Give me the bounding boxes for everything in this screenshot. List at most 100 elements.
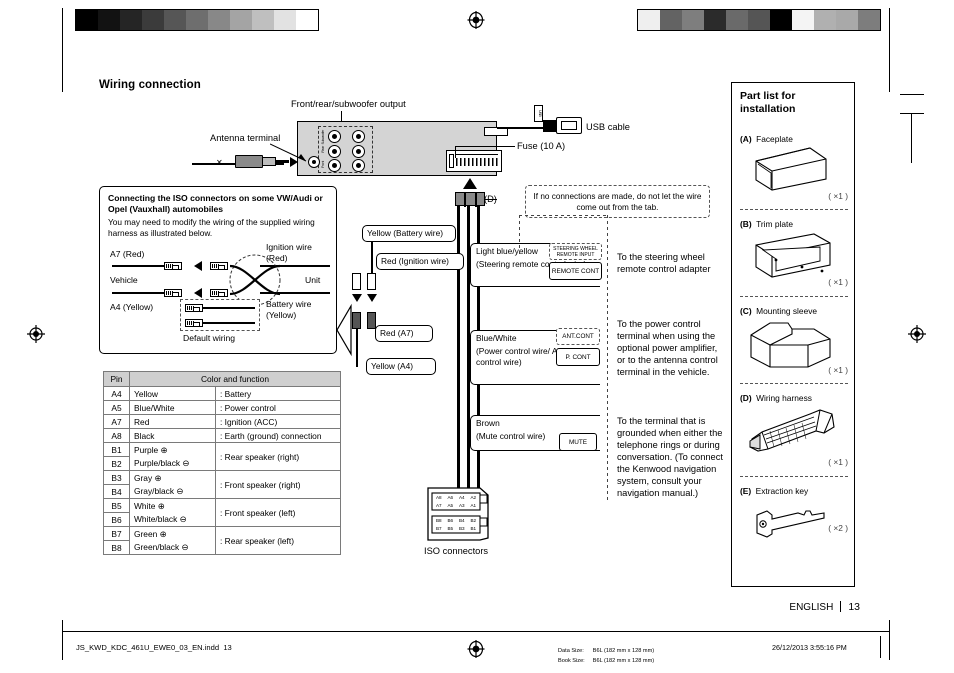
destination-power-control: To the power control terminal when using… xyxy=(617,319,718,377)
label-usb-cable: USB cable xyxy=(586,122,630,132)
iso-note-arrow-icon xyxy=(194,261,202,271)
crop-mark-bottom-left-v xyxy=(62,620,63,660)
part-name: Faceplate xyxy=(756,134,793,144)
part-list-title: Part list for installation xyxy=(740,90,796,115)
part-name: Wiring harness xyxy=(756,393,812,403)
crimp-connector-icon xyxy=(185,319,203,327)
footer-timestamp: 26/12/2013 3:55:16 PM xyxy=(772,643,847,652)
table-header-row: Pin Color and function xyxy=(103,371,341,387)
part-ref: (B) xyxy=(740,219,752,229)
destination-mute: To the terminal that is grounded when ei… xyxy=(617,416,723,498)
label-red-a7: Red (A7) xyxy=(380,328,414,338)
tag-p-cont: P. CONT xyxy=(556,348,600,366)
cell-color: Green/black ⊖ xyxy=(129,540,216,555)
part-list-item-extraction-key: (E) Extraction key xyxy=(740,481,850,499)
dashed-bus-line-branch xyxy=(519,215,520,255)
iso-connector-note-box: Connecting the ISO connectors on some VW… xyxy=(99,186,337,354)
footer-book-size-row: Book Size: B6L (182 mm x 128 mm) xyxy=(558,657,660,665)
usb-logo-icon: USB xyxy=(534,105,543,122)
table-header-pin: Pin xyxy=(103,371,130,387)
cell-pin: B8 xyxy=(103,540,130,555)
grayscale-bar-left xyxy=(75,9,319,31)
cell-function: : Battery xyxy=(215,386,341,401)
grayscale-bar-right xyxy=(637,9,881,31)
harness-wire-left xyxy=(356,329,358,367)
antenna-plug-pin xyxy=(275,160,289,163)
iso-note-label-unit: Unit xyxy=(305,275,321,285)
part-name: Trim plate xyxy=(756,219,794,229)
cell-function: : Ignition (ACC) xyxy=(215,414,341,429)
iso-note-body: You may need to modify the wiring of the… xyxy=(108,217,315,238)
part-art-extraction-key xyxy=(756,510,825,538)
cell-color: Purple ⊕ xyxy=(129,442,216,457)
wiring-harness-connector xyxy=(455,191,485,207)
footer-data-size-row: Data Size: B6L (182 mm x 128 mm) xyxy=(558,647,660,655)
part-list-panel: Part list for installation (A) Faceplate… xyxy=(731,82,855,587)
iso-pin: B1 xyxy=(470,526,477,531)
iso-pin: A5 xyxy=(447,503,454,508)
harness-plug-icon xyxy=(352,273,361,290)
registration-target-left-icon xyxy=(27,325,45,343)
crimp-connector-icon xyxy=(210,262,228,270)
label-harness-ref: (D) xyxy=(484,194,497,204)
cell-color: Red xyxy=(129,414,216,429)
iso-pin: A4 xyxy=(458,495,465,500)
cell-function: : Front speaker (left) xyxy=(215,498,341,527)
cell-color: Green ⊕ xyxy=(129,526,216,541)
harness-direction-arrow-icon xyxy=(367,294,377,302)
part-ref: (E) xyxy=(740,486,752,496)
cell-color: Blue/White xyxy=(129,400,216,415)
page-title: Wiring connection xyxy=(99,79,201,91)
table-row: A5 Blue/White: Power control xyxy=(103,400,341,415)
harness-wire-right xyxy=(371,242,373,274)
cell-color: Purple/black ⊖ xyxy=(129,456,216,471)
crop-mark-right-mid xyxy=(900,113,924,115)
footer-data-size-value: B6L (182 mm x 128 mm) xyxy=(592,648,655,654)
footer-size-info: Data Size: B6L (182 mm x 128 mm) Book Si… xyxy=(556,645,662,667)
label-ignition-wire: Red (Ignition wire) xyxy=(381,256,449,266)
rca-label-rear: Rear xyxy=(321,146,325,153)
part-list-item-trim-plate: (B) Trim plate xyxy=(740,214,850,232)
dashed-bus-line xyxy=(607,215,608,500)
iso-pin: B7 xyxy=(435,526,442,531)
part-art-wiring-harness xyxy=(749,409,835,452)
footer-book-size-value: B6L (182 mm x 128 mm) xyxy=(592,658,655,664)
harness-insert-arrow-icon xyxy=(463,178,477,189)
table-row: A8 Black: Earth (ground) connection xyxy=(103,428,341,443)
crop-mark-top-left-v xyxy=(62,8,63,92)
leader-line-fuse-v xyxy=(455,146,456,158)
cell-function: : Rear speaker (left) xyxy=(215,526,341,555)
tag-mute: MUTE xyxy=(559,433,597,451)
footer-filename-text: JS_KWD_KDC_461U_EWE0_03_EN.indd xyxy=(76,643,220,652)
cell-pin: B5 xyxy=(103,498,130,513)
iso-note-arrow-icon xyxy=(194,288,202,298)
cell-pin: A4 xyxy=(103,386,130,401)
label-iso-connectors: ISO connectors xyxy=(424,546,489,556)
label-battery-wire: Yellow (Battery wire) xyxy=(367,228,444,238)
table-row: A7 Red: Ignition (ACC) xyxy=(103,414,341,429)
iso-note-default-wiring-group xyxy=(180,299,260,331)
cell-pin: B2 xyxy=(103,456,130,471)
part-art-trim-plate xyxy=(755,233,831,278)
iso-pin: A6 xyxy=(447,495,454,500)
part-qty: ( ×1 ) xyxy=(828,457,848,467)
part-qty: ( ×1 ) xyxy=(828,191,848,201)
cell-color: White ⊕ xyxy=(129,498,216,513)
part-name: Mounting sleeve xyxy=(756,306,818,316)
iso-pin: B3 xyxy=(458,526,465,531)
connection-wire-name: Brown xyxy=(476,418,500,428)
footer-vertical-rule xyxy=(880,636,881,658)
footer-page-number: 13 xyxy=(848,601,860,613)
cell-pin: B6 xyxy=(103,512,130,527)
notice-text: If no connections are made, do not let t… xyxy=(533,192,702,212)
iso-pin: A7 xyxy=(435,503,442,508)
rca-label-front: Front xyxy=(321,161,325,168)
crop-mark-right-v xyxy=(911,113,912,163)
cell-pin: B4 xyxy=(103,484,130,499)
antenna-plug-body xyxy=(235,155,263,168)
part-qty: ( ×1 ) xyxy=(828,277,848,287)
part-ref: (C) xyxy=(740,306,752,316)
rca-jack xyxy=(352,145,365,158)
footer-language: ENGLISH xyxy=(789,602,834,613)
cell-color: Gray ⊕ xyxy=(129,470,216,485)
